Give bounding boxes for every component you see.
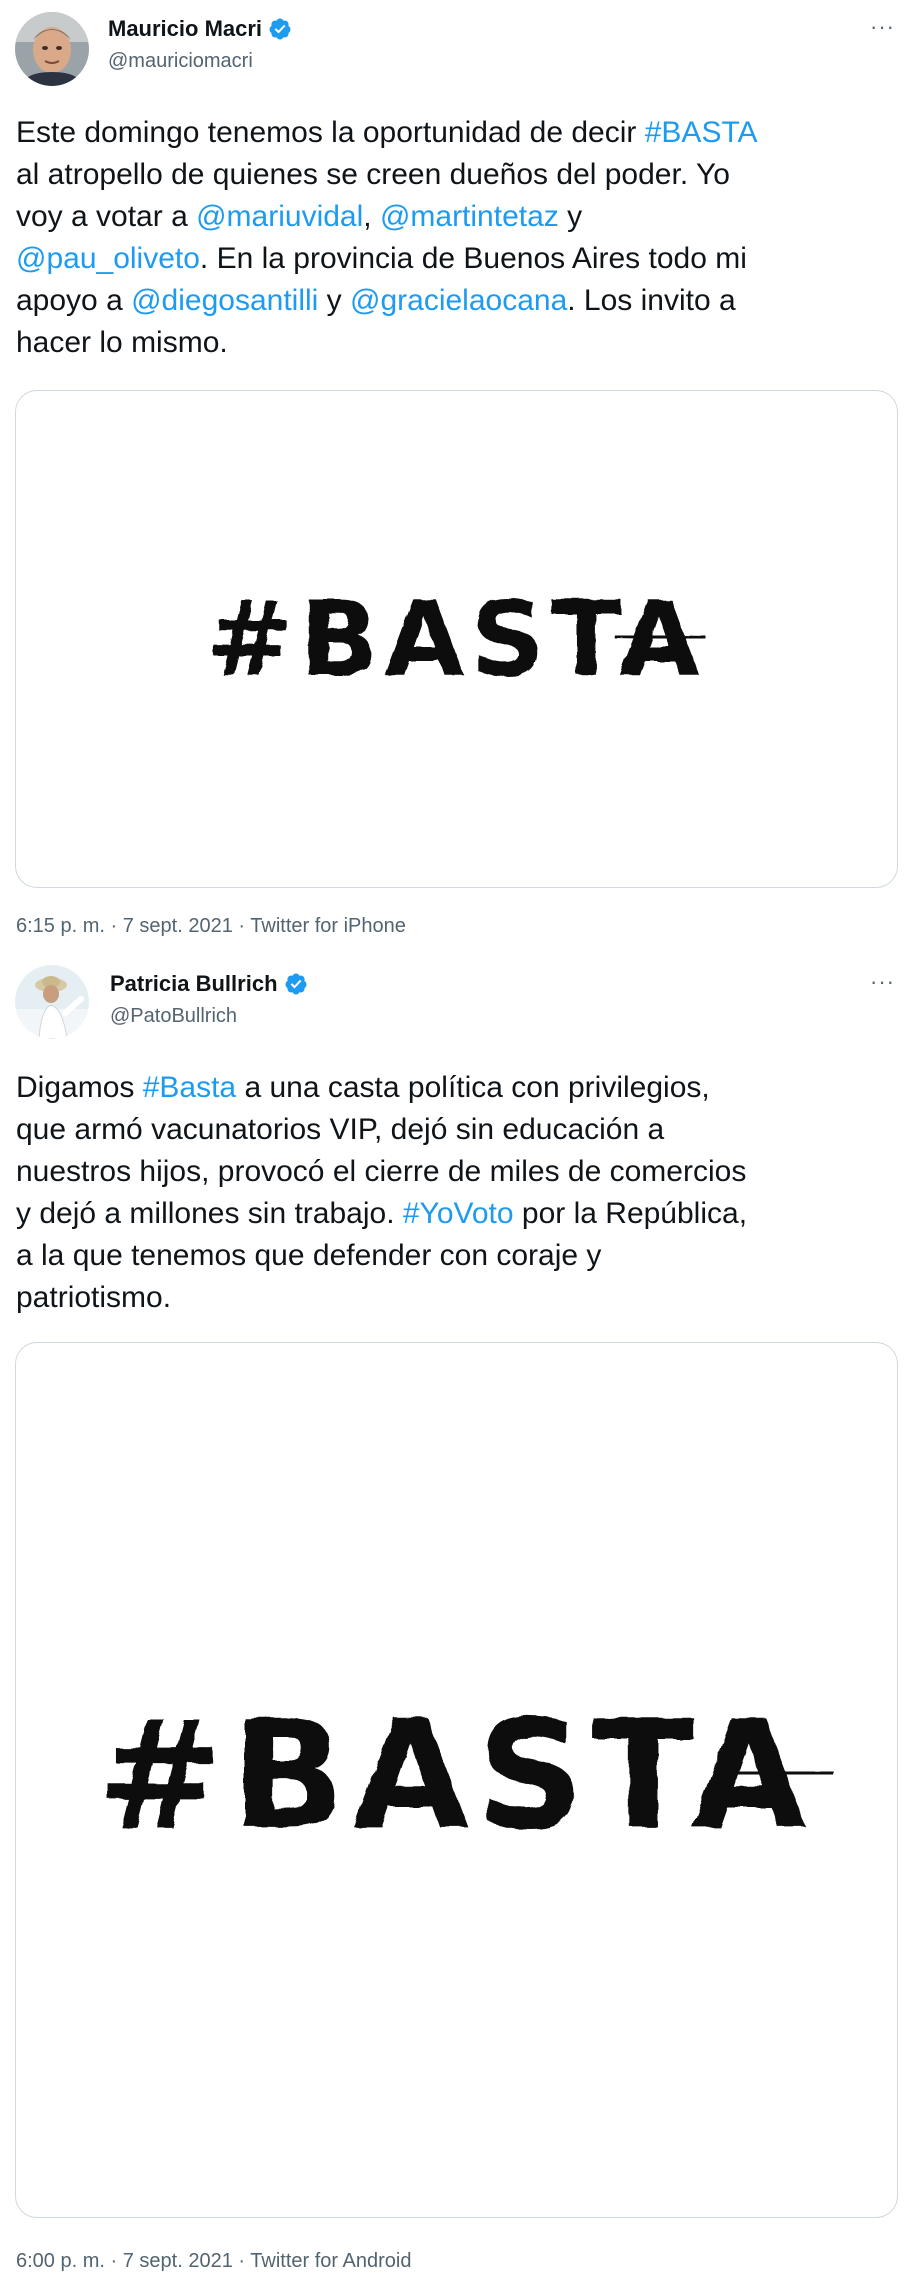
display-name[interactable]: Patricia Bullrich	[110, 971, 278, 997]
meta-separator: ·	[238, 915, 246, 937]
media-text: #BASTA	[97, 1689, 814, 1863]
avatar-image	[15, 965, 89, 1039]
more-options-icon[interactable]: ···	[870, 969, 895, 995]
avatar-image	[15, 12, 89, 86]
tweet-media-image[interactable]: #BASTA	[15, 390, 898, 888]
tweet-meta: 6:00 p. m. · 7 sept. 2021 · Twitter for …	[16, 2250, 411, 2273]
tweet-text-segment: Digamos	[16, 1071, 143, 1104]
avatar[interactable]	[15, 965, 89, 1039]
tweet-meta: 6:15 p. m. · 7 sept. 2021 · Twitter for …	[16, 915, 406, 938]
tweet-text: Este domingo tenemos la oportunidad de d…	[16, 112, 897, 364]
tweet-media-image[interactable]: #BASTA	[15, 1342, 898, 2218]
mention-link[interactable]: @diegosantilli	[131, 284, 318, 317]
timestamp[interactable]: 6:00 p. m.	[16, 2250, 105, 2272]
verified-badge-icon	[269, 18, 291, 40]
tweet-source[interactable]: Twitter for Android	[250, 2250, 411, 2272]
basta-brush-image: #BASTA	[97, 1689, 835, 1863]
tweet-bullrich[interactable]: Patricia Bullrich @PatoBullrich ··· Diga…	[0, 955, 913, 2289]
tweet-text-segment: ,	[363, 200, 380, 233]
avatar[interactable]	[15, 12, 89, 86]
date[interactable]: 7 sept. 2021	[123, 915, 233, 937]
timestamp[interactable]: 6:15 p. m.	[16, 915, 105, 937]
mention-link[interactable]: @mariuvidal	[196, 200, 363, 233]
tweet-text-segment: y	[567, 200, 583, 233]
date[interactable]: 7 sept. 2021	[123, 2250, 233, 2272]
mention-link[interactable]: @martintetaz	[380, 200, 559, 233]
meta-separator: ·	[238, 2250, 246, 2272]
more-options-icon[interactable]: ···	[870, 14, 895, 40]
verified-badge-icon	[285, 973, 307, 995]
author-row: Mauricio Macri	[108, 16, 292, 42]
hashtag-link[interactable]: #Basta	[143, 1071, 236, 1104]
author-row: Patricia Bullrich	[110, 971, 308, 997]
mention-link[interactable]: @gracielaocana	[350, 284, 567, 317]
meta-separator: ·	[110, 2250, 118, 2272]
tweet-macri[interactable]: Mauricio Macri @mauriciomacri ··· Este d…	[0, 0, 913, 955]
handle[interactable]: @PatoBullrich	[110, 1005, 237, 1028]
hashtag-link[interactable]: #YoVoto	[403, 1197, 514, 1230]
meta-separator: ·	[110, 915, 118, 937]
tweet-source[interactable]: Twitter for iPhone	[250, 915, 406, 937]
mention-link[interactable]: @pau_oliveto	[16, 242, 200, 275]
tweet-text-segment: y	[318, 284, 350, 317]
media-text: #BASTA	[206, 580, 705, 700]
hashtag-link[interactable]: #BASTA	[645, 116, 758, 149]
display-name[interactable]: Mauricio Macri	[108, 16, 262, 42]
handle[interactable]: @mauriciomacri	[108, 50, 253, 73]
tweet-text: Digamos #Basta a una casta política con …	[16, 1067, 897, 1319]
tweet-text-segment: Este domingo tenemos la oportunidad de d…	[16, 116, 645, 149]
basta-brush-image: #BASTA	[206, 580, 707, 700]
